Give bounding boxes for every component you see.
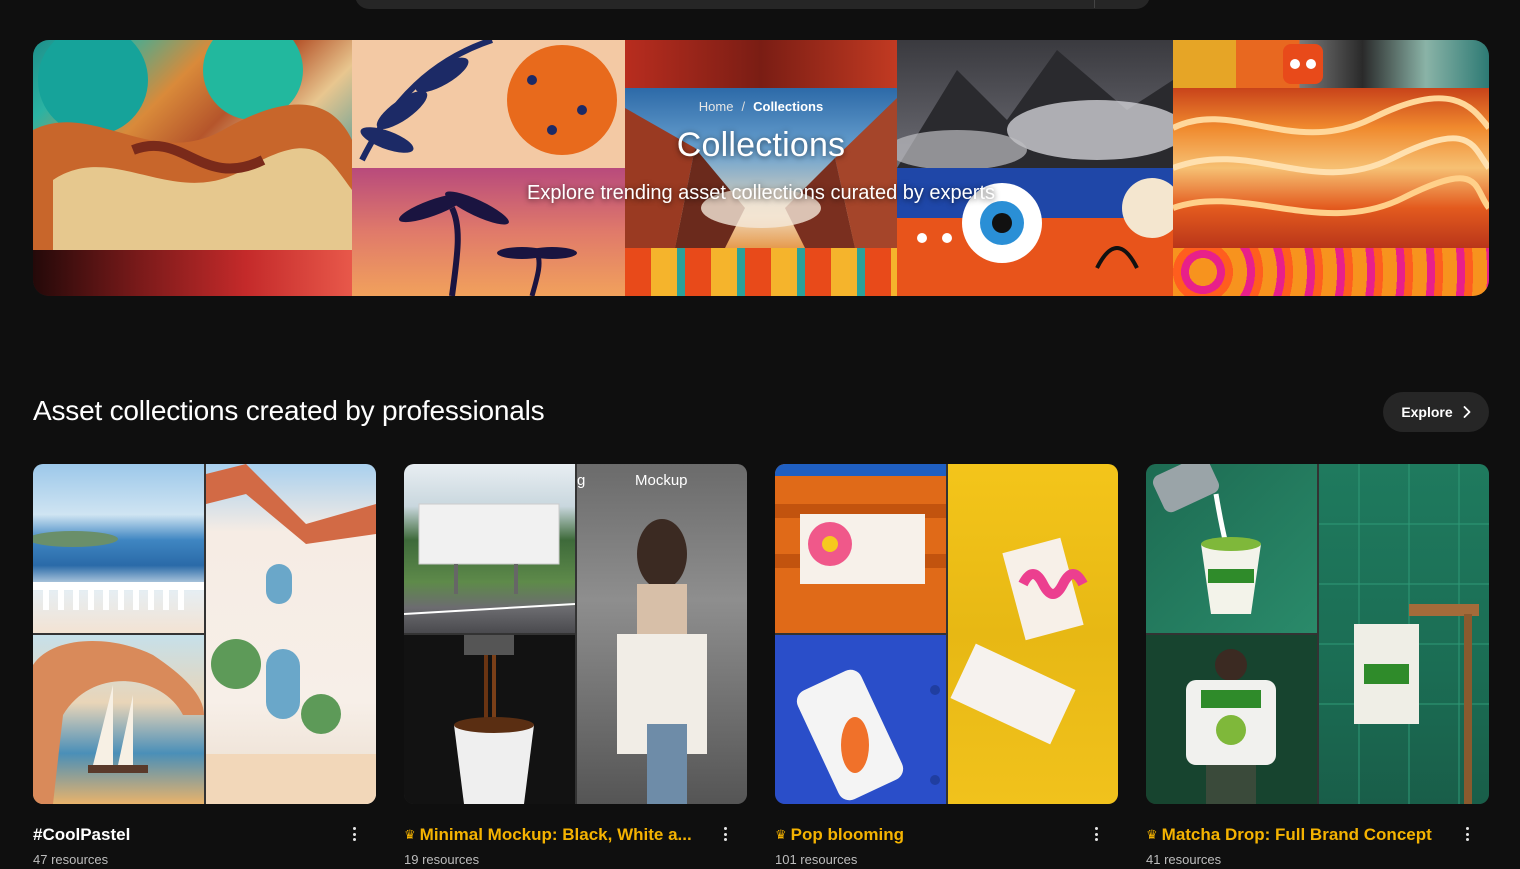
crown-icon: ♛	[775, 827, 787, 842]
breadcrumb-current: Collections	[753, 99, 824, 114]
breadcrumb-home-link[interactable]: Home	[699, 99, 734, 114]
card-resource-count: 41 resources	[1146, 852, 1222, 867]
breadcrumb: Home / Collections	[699, 99, 823, 114]
thumb-orange-couch	[775, 464, 946, 633]
card-title-text: Minimal Mockup: Black, White a...	[419, 825, 692, 844]
thumb-tote-model	[577, 464, 747, 804]
crown-icon: ♛	[404, 827, 416, 842]
card-meta: ♛ Minimal Mockup: Black, White a... 19 re…	[404, 804, 747, 867]
thumb-yellow-cards	[948, 464, 1118, 804]
card-title[interactable]: ♛ Pop blooming	[775, 825, 1075, 845]
card-title-text: Matcha Drop: Full Brand Concept	[1161, 825, 1432, 844]
thumb-phone-pocket	[775, 635, 946, 804]
card-title-text: Pop blooming	[790, 825, 904, 844]
thumb-sea-view	[33, 464, 204, 633]
collection-thumbnail[interactable]	[775, 464, 1118, 804]
hero-banner: Home / Collections Collections Explore t…	[33, 40, 1489, 296]
collection-card-matcha-drop[interactable]: ♛ Matcha Drop: Full Brand Concept 41 reso…	[1146, 464, 1489, 867]
thumb-overlay-partial: g	[577, 472, 586, 489]
chevron-right-icon	[1463, 406, 1471, 418]
card-meta: #CoolPastel 47 resources	[33, 804, 376, 867]
search-bar-partial[interactable]	[355, 0, 1150, 9]
card-title-text: #CoolPastel	[33, 825, 131, 844]
thumb-billboard	[404, 464, 575, 633]
thumb-matcha-tshirt	[1146, 635, 1317, 804]
thumb-espresso-cup	[404, 635, 575, 804]
collection-thumbnail[interactable]	[1146, 464, 1489, 804]
thumb-white-house	[206, 464, 376, 804]
card-meta: ♛ Pop blooming 101 resources	[775, 804, 1118, 867]
card-resource-count: 47 resources	[33, 852, 109, 867]
thumb-matcha-tote	[1319, 464, 1489, 804]
page-subtitle: Explore trending asset collections curat…	[526, 182, 996, 204]
collection-thumbnail[interactable]: g Mockup	[404, 464, 747, 804]
card-resource-count: 19 resources	[404, 852, 480, 867]
search-divider	[1094, 0, 1095, 8]
hero-overlay: Home / Collections Collections Explore t…	[33, 40, 1489, 296]
thumb-overlay-text: Mockup	[635, 472, 688, 489]
collection-card-minimal-mockup[interactable]: g Mockup ♛ Minimal Mockup: Black, White a…	[404, 464, 747, 867]
crown-icon: ♛	[1146, 827, 1158, 842]
card-title[interactable]: ♛ Matcha Drop: Full Brand Concept	[1146, 825, 1446, 845]
more-vertical-icon[interactable]	[1086, 824, 1106, 844]
more-vertical-icon[interactable]	[1457, 824, 1477, 844]
breadcrumb-separator: /	[741, 99, 746, 114]
card-title[interactable]: #CoolPastel	[33, 825, 333, 845]
card-resource-count: 101 resources	[775, 852, 858, 867]
thumb-arch-boats	[33, 635, 204, 804]
collection-card-pop-blooming[interactable]: ♛ Pop blooming 101 resources	[775, 464, 1118, 867]
explore-button-label: Explore	[1401, 404, 1453, 420]
explore-button[interactable]: Explore	[1383, 392, 1489, 432]
more-vertical-icon[interactable]	[715, 824, 735, 844]
thumb-matcha-pour	[1146, 464, 1317, 633]
collection-card-coolpastel[interactable]: #CoolPastel 47 resources	[33, 464, 376, 867]
page-title: Collections	[676, 126, 846, 164]
section-title: Asset collections created by professiona…	[33, 395, 545, 426]
card-meta: ♛ Matcha Drop: Full Brand Concept 41 reso…	[1146, 804, 1489, 867]
collection-thumbnail[interactable]	[33, 464, 376, 804]
card-title[interactable]: ♛ Minimal Mockup: Black, White a...	[404, 825, 704, 845]
more-vertical-icon[interactable]	[344, 824, 364, 844]
